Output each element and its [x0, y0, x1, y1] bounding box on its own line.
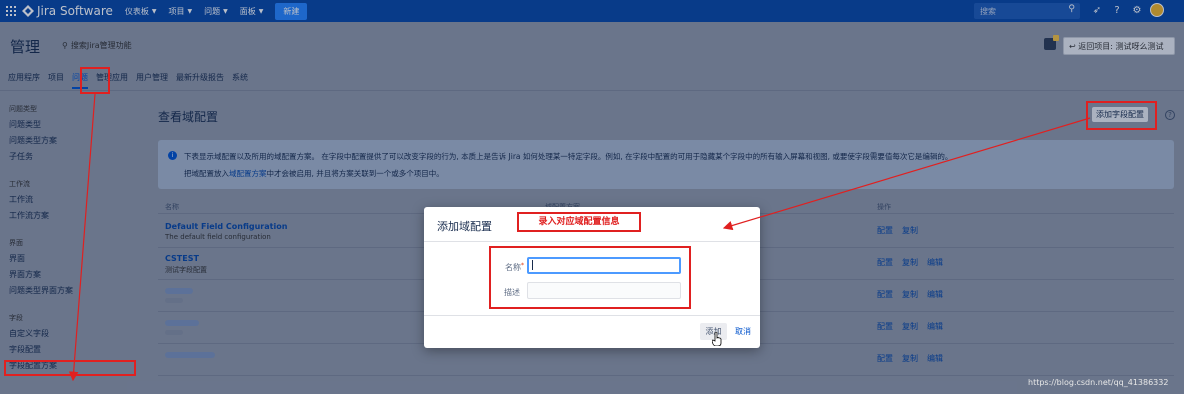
dialog-title: 添加域配置 [437, 220, 492, 233]
highlight-dialog-form [489, 246, 691, 309]
highlight-issues-tab [80, 67, 110, 94]
highlight-add-field-configuration [1086, 101, 1157, 130]
highlight-field-configurations [4, 360, 136, 376]
dialog-footer-divider [424, 315, 760, 316]
dialog-header-divider [424, 241, 760, 242]
hand-cursor-icon [712, 332, 722, 346]
cancel-button[interactable]: 取消 [735, 323, 751, 340]
annotation-note: 录入对应域配置信息 [517, 212, 641, 232]
watermark: https://blog.csdn.net/qq_41386332 [1028, 378, 1169, 387]
